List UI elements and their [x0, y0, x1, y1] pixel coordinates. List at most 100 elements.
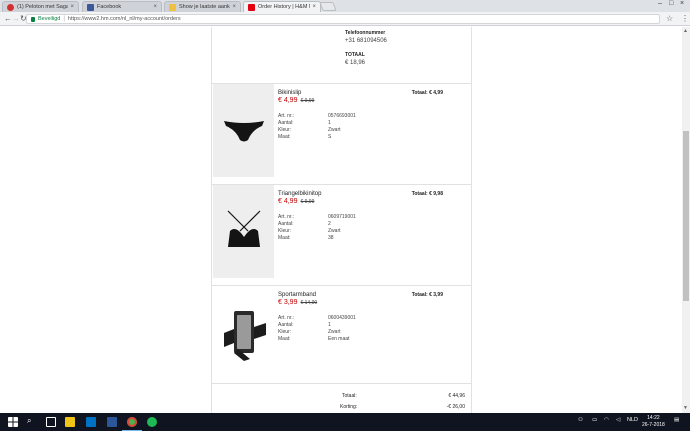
hm-icon — [248, 3, 255, 11]
forward-icon[interactable]: → — [12, 14, 20, 23]
detail-value: Zwart — [328, 127, 341, 133]
detail-label: Art. nr.: — [278, 214, 295, 220]
sale-price: € 3,99 — [278, 299, 298, 306]
item-name[interactable]: Triangelbikinitop — [278, 191, 321, 197]
order-detail: Telefoonnummer +31 681094506 TOTAAL € 18… — [211, 27, 472, 413]
sale-price: € 4,99 — [278, 198, 298, 205]
spotify-icon[interactable] — [147, 417, 157, 427]
subtotal-value: € 44,96 — [448, 393, 465, 399]
close-icon[interactable]: × — [312, 4, 316, 10]
item-total: Totaal: € 4,99 — [411, 90, 443, 96]
subtotal-label: Totaal: — [342, 393, 357, 399]
detail-value: Een maat — [328, 336, 350, 342]
discount-label: Korting: — [340, 404, 358, 410]
chrome-icon[interactable] — [127, 417, 137, 427]
facebook-icon — [87, 3, 94, 11]
clock[interactable]: 14:22 26-7-2018 — [642, 415, 665, 429]
detail-label: Art. nr.: — [278, 315, 295, 321]
browser-toolbar: ← → ↻ Beveiligd | https://www2.hm.com/nl… — [0, 12, 690, 26]
order-item: Bikinislip € 4,99 € 9,99 Totaal: € 4,99 A… — [212, 83, 471, 177]
detail-label: Maat: — [278, 235, 291, 241]
tab-title: Facebook — [97, 4, 122, 10]
close-window-icon[interactable]: × — [680, 0, 684, 7]
item-details: Art. nr.: 0609719001 Aantal: 2 Kleur: Zwart… — [278, 214, 388, 241]
scroll-up-icon[interactable]: ▲ — [683, 28, 688, 34]
tab-strip: (1) Peloton met Sagan b... × Facebook × … — [0, 0, 690, 12]
total-value: € 18,96 — [345, 60, 366, 66]
menu-icon[interactable]: ⋮ — [681, 14, 689, 23]
outlook-icon[interactable] — [86, 417, 96, 427]
detail-value: 1 — [328, 120, 331, 126]
notifications-icon[interactable]: ▤ — [674, 417, 679, 423]
page-icon — [169, 3, 176, 11]
address-bar[interactable]: Beveiligd | https://www2.hm.com/nl_nl/my… — [26, 14, 660, 24]
item-details: Art. nr.: 0600439001 Aantal: 1 Kleur: Zwart… — [278, 315, 388, 342]
product-image-sportarmband[interactable] — [213, 286, 274, 379]
opera-icon — [7, 3, 14, 11]
page-scrollbar[interactable]: ▲ ▼ — [682, 27, 690, 413]
wifi-icon[interactable]: ◠ — [604, 417, 609, 423]
order-summary: Telefoonnummer +31 681094506 TOTAAL € 18… — [345, 30, 387, 66]
product-image-bikinislip[interactable] — [213, 84, 274, 177]
item-price: € 4,99 € 9,99 — [278, 97, 314, 104]
clock-date: 26-7-2018 — [642, 422, 665, 428]
detail-value: 2 — [328, 221, 331, 227]
detail-value: Zwart — [328, 228, 341, 234]
scrollbar-thumb[interactable] — [683, 131, 689, 301]
order-item: Triangelbikinitop € 4,99 € 9,99 Totaal: €… — [212, 184, 471, 278]
detail-label: Aantal: — [278, 221, 294, 227]
item-total: Totaal: € 3,99 — [411, 292, 443, 298]
task-view-icon[interactable] — [46, 417, 56, 427]
secure-label: Beveiligd — [38, 16, 61, 22]
tab-peloton[interactable]: (1) Peloton met Sagan b... × — [2, 1, 79, 12]
tab-facebook[interactable]: Facebook × — [82, 1, 162, 12]
lock-icon — [31, 16, 35, 22]
minimize-icon[interactable]: – — [658, 0, 662, 7]
detail-value: 38 — [328, 235, 334, 241]
detail-value: 0600439001 — [328, 315, 356, 321]
tab-order-history[interactable]: Order History | H&M Ne... × — [243, 1, 321, 12]
separator: | — [63, 16, 65, 22]
close-icon[interactable]: × — [232, 4, 236, 10]
detail-label: Kleur: — [278, 127, 292, 133]
order-totals: Totaal: € 44,96 Korting: -€ 26,00 — [212, 383, 471, 413]
tab-title: Order History | H&M Ne... — [258, 4, 310, 10]
detail-value: 1 — [328, 322, 331, 328]
tab-aankopen[interactable]: Show je laatste aankope... × — [164, 1, 241, 12]
search-icon[interactable]: ⌕ — [27, 416, 31, 426]
item-name[interactable]: Bikinislip — [278, 90, 301, 96]
volume-icon[interactable]: ◁ — [616, 417, 620, 423]
detail-label: Art. nr.: — [278, 113, 295, 119]
language-indicator[interactable]: NLD — [627, 417, 638, 423]
back-icon[interactable]: ← — [4, 14, 12, 23]
detail-label: Maat: — [278, 336, 291, 342]
phone-value: +31 681094506 — [345, 38, 387, 44]
battery-icon[interactable]: ▭ — [592, 417, 597, 423]
item-name[interactable]: Sportarmband — [278, 292, 316, 298]
item-price: € 4,99 € 9,99 — [278, 198, 314, 205]
detail-value: 0576693001 — [328, 113, 356, 119]
detail-label: Kleur: — [278, 228, 292, 234]
detail-value: 0609719001 — [328, 214, 356, 220]
detail-label: Aantal: — [278, 120, 294, 126]
detail-value: Zwart — [328, 329, 341, 335]
tab-title: (1) Peloton met Sagan b... — [17, 4, 69, 10]
detail-value: S — [328, 134, 332, 140]
new-tab-button[interactable] — [319, 2, 337, 11]
detail-label: Aantal: — [278, 322, 294, 328]
close-icon[interactable]: × — [70, 4, 74, 10]
old-price: € 14,99 — [300, 300, 318, 306]
people-icon[interactable]: ⚇ — [578, 417, 583, 423]
detail-label: Kleur: — [278, 329, 292, 335]
detail-label: Maat: — [278, 134, 291, 140]
bookmark-star-icon[interactable]: ☆ — [666, 14, 673, 23]
product-image-triangelbikinitop[interactable] — [213, 185, 274, 278]
file-explorer-icon[interactable] — [65, 417, 75, 427]
scroll-down-icon[interactable]: ▼ — [683, 405, 688, 411]
windows-start-icon[interactable] — [8, 417, 18, 427]
maximize-icon[interactable]: □ — [669, 0, 673, 7]
word-icon[interactable] — [107, 417, 117, 427]
close-icon[interactable]: × — [153, 4, 157, 10]
total-label: TOTAAL — [345, 52, 365, 58]
windows-taskbar: ⌕ ⚇ ▭ ◠ ◁ NLD 14:22 26-7-2018 ▤ — [0, 413, 690, 431]
